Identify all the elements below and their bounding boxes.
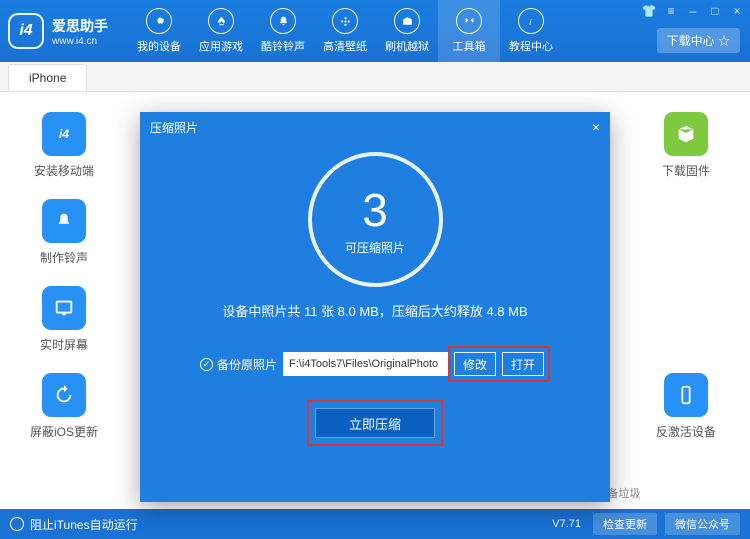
tool-label: 下载固件 [662, 162, 710, 179]
backup-checkbox[interactable]: ✓ 备份原照片 [200, 356, 277, 373]
tool-download-firmware[interactable]: 下载固件 [650, 112, 722, 179]
download-center-button[interactable]: 下载中心 ☆ [657, 28, 740, 53]
count-label: 可压缩照片 [345, 239, 405, 256]
nav-my-device[interactable]: 我的设备 [128, 0, 190, 62]
compression-info: 设备中照片共 11 张 8.0 MB，压缩后大约释放 4.8 MB [140, 301, 610, 320]
logo-icon: i4 [8, 13, 44, 49]
nav-tutorial[interactable]: i 教程中心 [500, 0, 562, 62]
maximize-icon[interactable]: □ [708, 4, 722, 18]
logo-area: i4 爱思助手 www.i4.cn [8, 13, 108, 49]
flower-icon [332, 8, 358, 34]
screen-icon [42, 286, 86, 330]
app-header: i4 爱思助手 www.i4.cn 我的设备 应用游戏 酷铃铃声 高清壁纸 刷机… [0, 0, 750, 62]
check-update-button[interactable]: 检查更新 [593, 513, 657, 535]
toggle-icon [10, 517, 24, 531]
nav-label: 教程中心 [509, 38, 553, 54]
nav-label: 应用游戏 [199, 38, 243, 54]
cube-icon [664, 112, 708, 156]
tool-label: 制作铃声 [40, 249, 88, 266]
compress-photos-dialog: 压缩照片 × 3 可压缩照片 设备中照片共 11 张 8.0 MB，压缩后大约释… [140, 112, 610, 502]
window-controls: 👕 ≡ – □ × [642, 4, 744, 18]
minimize-icon[interactable]: – [686, 4, 700, 18]
nav-label: 刷机越狱 [385, 38, 429, 54]
skin-icon[interactable]: 👕 [642, 4, 656, 18]
nav-label: 酷铃铃声 [261, 38, 305, 54]
tool-label: 安装移动端 [34, 162, 94, 179]
app-title: 爱思助手 [52, 16, 108, 36]
highlight-box: 立即压缩 [307, 400, 443, 446]
nav-label: 高清壁纸 [323, 38, 367, 54]
tool-label: 反激活设备 [656, 423, 716, 440]
check-icon: ✓ [200, 358, 213, 371]
tool-label: 实时屏幕 [40, 336, 88, 353]
dialog-close-button[interactable]: × [592, 119, 600, 135]
phone-icon [664, 373, 708, 417]
info-icon: i [518, 8, 544, 34]
update-icon [42, 373, 86, 417]
nav-wallpaper[interactable]: 高清壁纸 [314, 0, 376, 62]
tool-deactivate-device[interactable]: 反激活设备 [650, 373, 722, 440]
count-circle: 3 可压缩照片 [308, 152, 443, 287]
nav-label: 我的设备 [137, 38, 181, 54]
close-icon[interactable]: × [730, 4, 744, 18]
i4-icon: i4 [42, 112, 86, 156]
tool-block-ios-update[interactable]: 屏蔽iOS更新 [28, 373, 100, 440]
nav-apps[interactable]: 应用游戏 [190, 0, 252, 62]
box-icon [394, 8, 420, 34]
content-area: i4 安装移动端 下载固件 制作铃声 实时屏幕 屏蔽iOS更新 反激活设备 [0, 92, 750, 509]
status-bar: 阻止iTunes自动运行 V7.71 检查更新 微信公众号 [0, 509, 750, 539]
nav-toolbox[interactable]: 工具箱 [438, 0, 500, 62]
nav-ringtone[interactable]: 酷铃铃声 [252, 0, 314, 62]
tools-icon [456, 8, 482, 34]
dialog-title: 压缩照片 [150, 119, 198, 136]
itunes-block-toggle[interactable]: 阻止iTunes自动运行 [10, 516, 138, 533]
compress-now-button[interactable]: 立即压缩 [315, 408, 435, 438]
app-url: www.i4.cn [52, 36, 108, 47]
modify-button[interactable]: 修改 [454, 352, 496, 376]
version-label: V7.71 [552, 518, 581, 530]
tool-realtime-screen[interactable]: 实时屏幕 [28, 286, 100, 353]
apple-icon [146, 8, 172, 34]
tool-make-ringtone[interactable]: 制作铃声 [28, 199, 100, 266]
main-nav: 我的设备 应用游戏 酷铃铃声 高清壁纸 刷机越狱 工具箱 i 教程中心 [128, 0, 562, 62]
bell-icon [270, 8, 296, 34]
svg-text:i: i [529, 16, 532, 26]
appstore-icon [208, 8, 234, 34]
backup-path-row: ✓ 备份原照片 修改 打开 [140, 346, 610, 382]
backup-path-input[interactable] [283, 352, 448, 376]
open-button[interactable]: 打开 [502, 352, 544, 376]
bell-icon [42, 199, 86, 243]
tab-iphone[interactable]: iPhone [8, 64, 87, 91]
tool-label: 屏蔽iOS更新 [30, 423, 98, 440]
backup-label: 备份原照片 [217, 356, 277, 373]
footer-label: 阻止iTunes自动运行 [30, 516, 138, 533]
highlight-box: 修改 打开 [448, 346, 550, 382]
nav-label: 工具箱 [453, 38, 486, 54]
tool-install-mobile[interactable]: i4 安装移动端 [28, 112, 100, 179]
tab-bar: iPhone [0, 62, 750, 92]
compressible-count: 3 [362, 183, 388, 237]
wechat-button[interactable]: 微信公众号 [665, 513, 740, 535]
nav-jailbreak[interactable]: 刷机越狱 [376, 0, 438, 62]
settings-icon[interactable]: ≡ [664, 4, 678, 18]
